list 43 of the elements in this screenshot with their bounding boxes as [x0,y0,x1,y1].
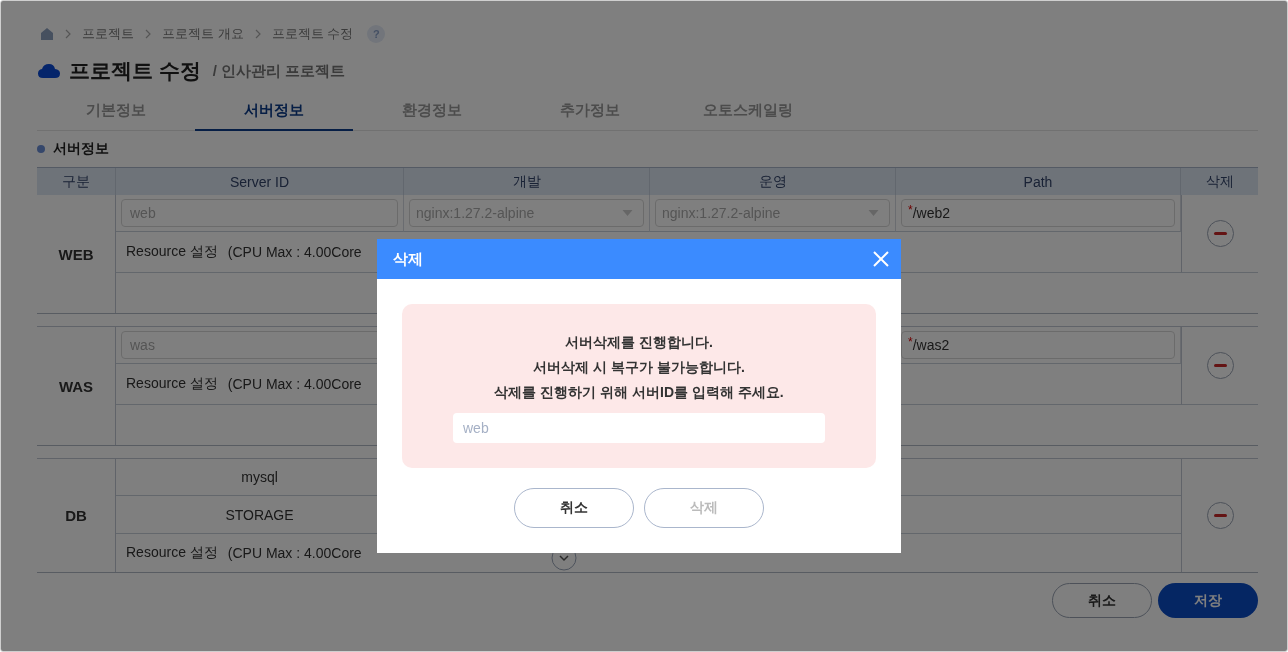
path-field[interactable]: */was2 [901,331,1175,359]
warning-text: 서버삭제를 진행합니다. [565,333,713,352]
resource-label: Resource 설정 [126,544,218,562]
cancel-button[interactable]: 취소 [1052,583,1152,618]
cloud-icon [37,63,61,79]
breadcrumb-link[interactable]: 프로젝트 수정 [271,25,354,43]
remove-button[interactable] [1206,502,1234,529]
cancel-button[interactable]: 취소 [514,488,634,528]
path-field[interactable]: */web2 [901,199,1175,227]
resource-label: Resource 설정 [126,243,218,261]
required-mark: * [908,203,913,217]
remove-button[interactable] [1206,352,1234,379]
resource-detail: (CPU Max : 4.00Core [227,545,362,561]
section-title: 서버정보 [53,140,109,158]
help-icon[interactable]: ? [367,25,386,43]
resource-detail: (CPU Max : 4.00Core [227,244,362,260]
chevron-right-icon [64,29,72,39]
chevron-right-icon [253,29,262,39]
bullet-icon [37,145,45,153]
close-button[interactable] [873,251,889,267]
tab[interactable]: 서버정보 [195,91,353,131]
breadcrumb-link[interactable]: 프로젝트 [82,25,134,43]
resource-detail: (CPU Max : 4.00Core [227,376,362,392]
server-id-input[interactable]: web [453,413,825,443]
column-header: Path [896,168,1181,195]
dialog-title: 삭제 [393,249,423,269]
remove-button[interactable] [1206,220,1234,247]
column-header: Server ID [116,168,404,195]
column-header: 삭제 [1204,171,1235,191]
required-mark: * [908,335,913,349]
chevron-right-icon [144,29,152,39]
warning-text: 서버삭제 시 복구가 불가능합니다. [533,358,745,377]
column-header: 개발 [404,168,650,195]
save-button[interactable]: 저장 [1158,583,1258,618]
caret-icon [868,210,879,216]
page-title: 프로젝트 수정 [69,58,201,84]
breadcrumb-link[interactable]: 프로젝트 개요 [162,25,244,43]
warning-text: 삭제를 진행하기 위해 서버ID를 입력해 주세요. [494,383,784,402]
caret-icon [622,210,633,216]
home-icon[interactable] [40,27,54,41]
page-subtitle: / 인사관리 프로젝트 [212,61,346,81]
column-header: 운영 [650,168,896,195]
resource-label: Resource 설정 [126,375,218,393]
